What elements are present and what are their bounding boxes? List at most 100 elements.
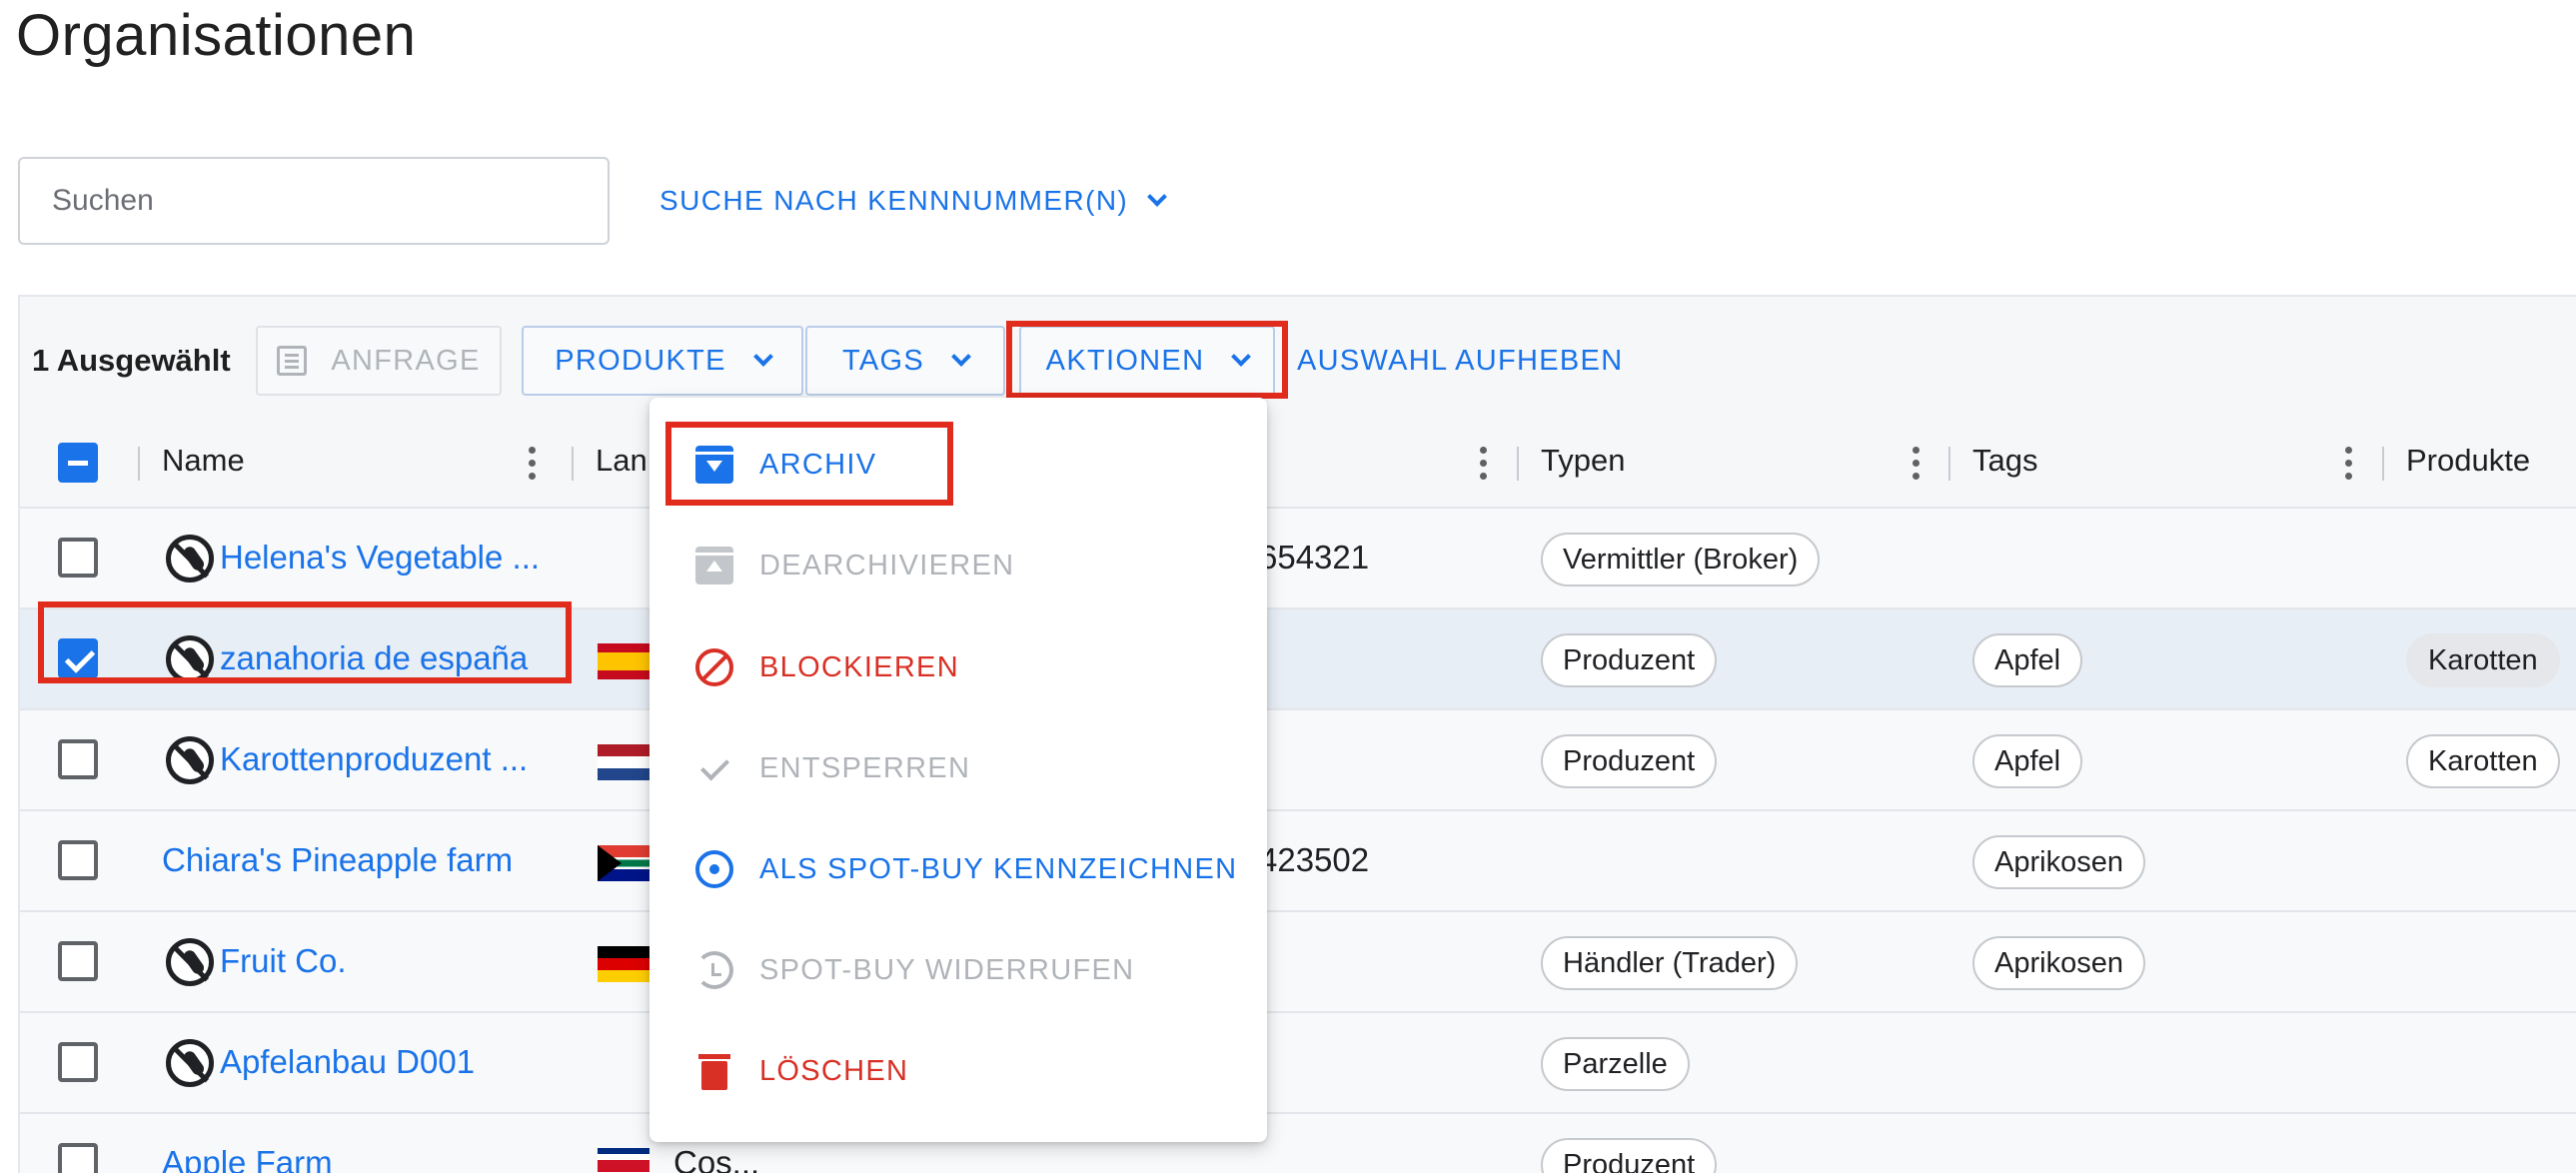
tag-chip: Apfel bbox=[1972, 633, 2083, 687]
column-divider bbox=[2382, 447, 2384, 481]
check-icon bbox=[695, 749, 733, 787]
row-checkbox[interactable] bbox=[58, 1042, 98, 1082]
south-africa-flag-icon bbox=[598, 845, 649, 881]
aktionen-label: AKTIONEN bbox=[1045, 344, 1205, 377]
column-divider bbox=[138, 447, 140, 481]
trash-icon bbox=[695, 1052, 733, 1090]
column-menu-icon[interactable] bbox=[528, 445, 536, 481]
menu-item-label: DEARCHIVIEREN bbox=[759, 549, 1015, 582]
anfrage-button[interactable]: ANFRAGE bbox=[256, 326, 502, 396]
column-header-produkte[interactable]: Produkte bbox=[2406, 443, 2530, 479]
tag-chip: Aprikosen bbox=[1972, 936, 2145, 990]
type-chip: Parzelle bbox=[1541, 1037, 1690, 1091]
table-row[interactable]: Chiara's Pineapple farm 423502 Aprikosen bbox=[20, 811, 2576, 912]
unarchive-icon bbox=[695, 547, 733, 585]
tags-dropdown-button[interactable]: TAGS bbox=[805, 326, 1005, 396]
row-checkbox[interactable] bbox=[58, 1143, 98, 1173]
costa-rica-flag-icon bbox=[598, 1148, 649, 1173]
blocked-icon bbox=[166, 736, 214, 784]
id-search-dropdown[interactable]: SUCHE NACH KENNNUMMER(N) bbox=[659, 180, 1168, 222]
auswahl-aufheben-button[interactable]: AUSWAHL AUFHEBEN bbox=[1297, 345, 1623, 378]
column-divider bbox=[1517, 447, 1519, 481]
table-row[interactable]: Fruit Co. Händler (Trader) Aprikosen bbox=[20, 912, 2576, 1013]
archive-icon bbox=[695, 446, 733, 484]
row-checkbox[interactable] bbox=[58, 638, 98, 678]
organisation-id: 654321 bbox=[1259, 539, 1370, 576]
chevron-down-icon bbox=[752, 347, 773, 367]
menu-item-label: ARCHIV bbox=[759, 448, 877, 481]
row-checkbox[interactable] bbox=[58, 840, 98, 880]
organisation-id: 423502 bbox=[1259, 841, 1370, 878]
organisation-name-link[interactable]: Helena's Vegetable ... bbox=[220, 539, 540, 577]
product-chip: Karotten bbox=[2406, 633, 2560, 687]
anfrage-label: ANFRAGE bbox=[331, 344, 481, 377]
produkte-dropdown-button[interactable]: PRODUKTE bbox=[522, 326, 803, 396]
table-row[interactable]: Apple Farm Cos... Produzent bbox=[20, 1114, 2576, 1173]
column-menu-icon[interactable] bbox=[1479, 445, 1487, 481]
produkte-label: PRODUKTE bbox=[555, 344, 726, 377]
blocked-icon bbox=[166, 938, 214, 986]
organisation-name-link[interactable]: Chiara's Pineapple farm bbox=[162, 841, 513, 879]
tag-chip: Aprikosen bbox=[1972, 835, 2145, 889]
organisation-name-link[interactable]: Fruit Co. bbox=[220, 942, 347, 980]
column-header-typen[interactable]: Typen bbox=[1541, 443, 1625, 479]
organisation-name-link[interactable]: Apfelanbau D001 bbox=[220, 1043, 475, 1081]
organisation-name-link[interactable]: Apple Farm bbox=[162, 1144, 333, 1173]
column-menu-icon[interactable] bbox=[1912, 445, 1920, 481]
country-name: Cos... bbox=[673, 1144, 760, 1173]
page-title: Organisationen bbox=[16, 3, 417, 68]
column-menu-icon[interactable] bbox=[2344, 445, 2352, 481]
search-input[interactable] bbox=[18, 157, 610, 245]
menu-item-archiv[interactable]: ARCHIV bbox=[695, 435, 876, 495]
column-header-land[interactable]: Lan bbox=[596, 443, 647, 479]
spot-buy-icon bbox=[695, 850, 733, 888]
chevron-down-icon bbox=[1231, 347, 1252, 367]
type-chip: Produzent bbox=[1541, 1138, 1718, 1173]
menu-item-dearchivieren[interactable]: DEARCHIVIEREN bbox=[695, 536, 1014, 595]
blocked-icon bbox=[166, 1039, 214, 1087]
actions-menu: ARCHIV DEARCHIVIEREN BLOCKIEREN ENTSPERR… bbox=[649, 398, 1267, 1142]
selected-count: 1 Ausgewählt bbox=[32, 343, 231, 378]
type-chip: Händler (Trader) bbox=[1541, 936, 1799, 990]
table-row[interactable]: Helena's Vegetable ... 654321 Vermittler… bbox=[20, 509, 2576, 609]
table-header: Name Lan Typen Tags Produkte bbox=[20, 417, 2576, 509]
spain-flag-icon bbox=[598, 643, 649, 679]
aktionen-dropdown-button[interactable]: AKTIONEN bbox=[1019, 326, 1275, 396]
menu-item-blockieren[interactable]: BLOCKIEREN bbox=[695, 637, 959, 697]
column-divider bbox=[572, 447, 574, 481]
blocked-icon bbox=[166, 535, 214, 583]
table-row[interactable]: Karottenproduzent ... Produzent Apfel Ka… bbox=[20, 710, 2576, 811]
product-chip: Karotten bbox=[2406, 734, 2560, 788]
select-all-checkbox[interactable] bbox=[58, 443, 98, 483]
table-row[interactable]: zanahoria de españa Produzent Apfel Karo… bbox=[20, 609, 2576, 710]
menu-item-label: BLOCKIEREN bbox=[759, 650, 959, 683]
tags-label: TAGS bbox=[841, 344, 924, 377]
menu-item-spot-buy[interactable]: ALS SPOT-BUY KENNZEICHNEN bbox=[695, 839, 1237, 899]
menu-item-entsperren[interactable]: ENTSPERREN bbox=[695, 738, 970, 798]
organisation-name-link[interactable]: zanahoria de españa bbox=[220, 639, 528, 677]
id-search-label: SUCHE NACH KENNNUMMER(N) bbox=[659, 185, 1129, 216]
block-icon bbox=[695, 648, 733, 686]
netherlands-flag-icon bbox=[598, 744, 649, 780]
organisations-table-panel: 1 Ausgewählt ANFRAGE PRODUKTE TAGS AKTIO… bbox=[18, 295, 2576, 1173]
type-chip: Produzent bbox=[1541, 734, 1718, 788]
chevron-down-icon bbox=[951, 347, 971, 367]
menu-item-loeschen[interactable]: LÖSCHEN bbox=[695, 1041, 908, 1101]
menu-item-spot-buy-widerrufen[interactable]: SPOT-BUY WIDERRUFEN bbox=[695, 940, 1134, 1000]
organisation-name-link[interactable]: Karottenproduzent ... bbox=[220, 740, 528, 778]
column-divider bbox=[1948, 447, 1950, 481]
selection-toolbar: 1 Ausgewählt ANFRAGE PRODUKTE TAGS AKTIO… bbox=[20, 297, 2576, 417]
column-header-tags[interactable]: Tags bbox=[1972, 443, 2037, 479]
chevron-down-icon bbox=[1147, 187, 1168, 207]
row-checkbox[interactable] bbox=[58, 941, 98, 981]
list-icon bbox=[277, 346, 308, 376]
menu-item-label: ALS SPOT-BUY KENNZEICHNEN bbox=[759, 852, 1238, 885]
tag-chip: Apfel bbox=[1972, 734, 2083, 788]
blocked-icon bbox=[166, 635, 214, 683]
table-row[interactable]: Apfelanbau D001 Parzelle bbox=[20, 1013, 2576, 1114]
menu-item-label: ENTSPERREN bbox=[759, 751, 971, 784]
row-checkbox[interactable] bbox=[58, 538, 98, 578]
column-header-name[interactable]: Name bbox=[162, 443, 245, 479]
germany-flag-icon bbox=[598, 946, 649, 982]
row-checkbox[interactable] bbox=[58, 739, 98, 779]
